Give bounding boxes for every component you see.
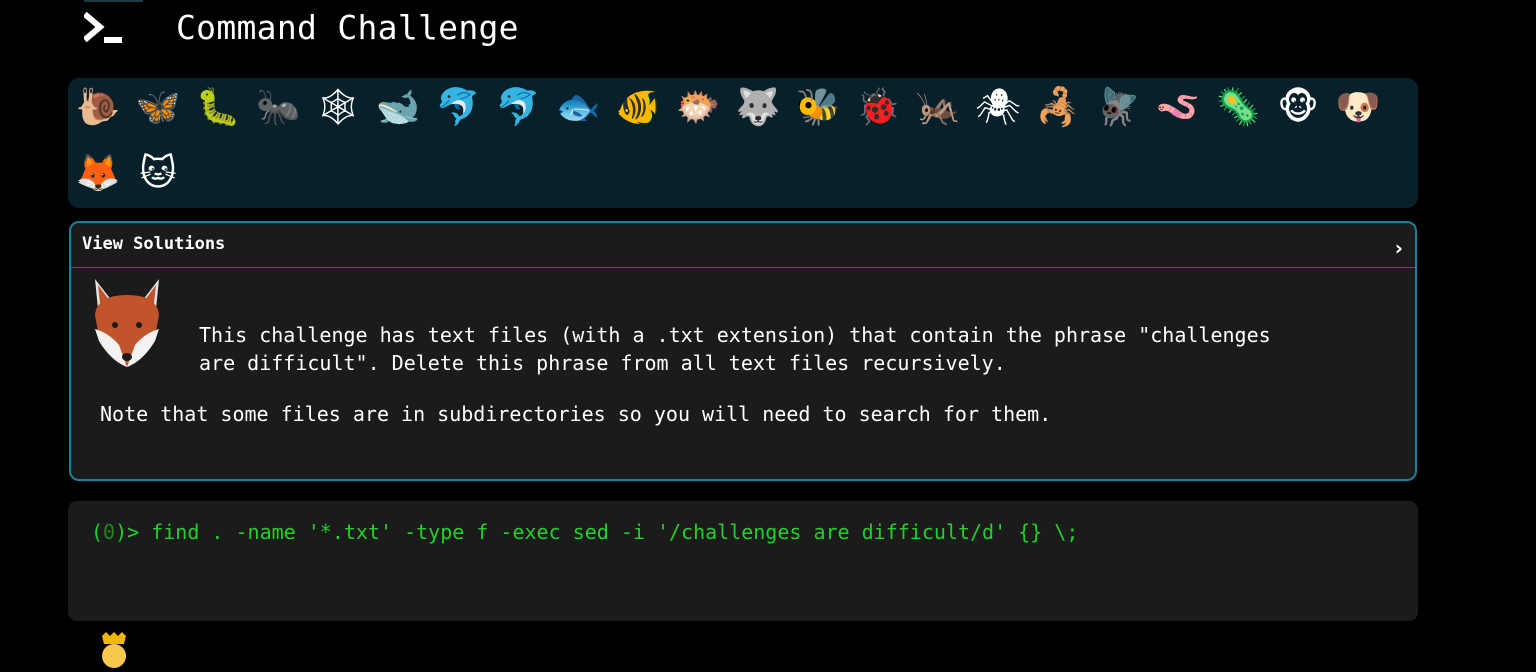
animal-fox-icon[interactable]: 🦊 — [76, 152, 121, 196]
prompt-line: (0)> find . -name '*.txt' -type f -exec … — [91, 518, 1078, 546]
animal-wolf-icon[interactable]: 🐺 — [736, 86, 781, 130]
animal-scorpion-icon[interactable]: 🦂 — [1036, 86, 1081, 130]
prompt-open: ( — [91, 520, 104, 544]
challenge-description: This challenge has text files (with a .t… — [199, 323, 1271, 375]
animal-bee-icon[interactable]: 🐝 — [796, 86, 841, 130]
challenge-animal-tray: 🐌 🦋 🐛 🐜 🕸 🐋 🐬 🐬 🐟 🐠 🐡 🐺 🐝 🐞 🦗 🕷 🦂 🪰 🪱 🦠 🐵 🐶 🦊 🐱 — [68, 78, 1418, 208]
animal-fly-icon[interactable]: 🪰 — [1096, 86, 1141, 130]
fox-avatar-icon — [95, 279, 159, 367]
next-message-row — [90, 632, 690, 672]
animal-ladybug-icon[interactable]: 🐞 — [856, 86, 901, 130]
view-solutions-label: View Solutions — [82, 234, 226, 254]
animal-microbe-icon[interactable]: 🦠 — [1216, 86, 1261, 130]
chevron-right-icon: › — [1394, 236, 1403, 260]
animal-whale-icon[interactable]: 🐋 — [376, 86, 421, 130]
nav-indicator — [84, 0, 143, 2]
animal-dog-icon[interactable]: 🐶 — [1336, 86, 1381, 130]
terminal[interactable]: (0)> find . -name '*.txt' -type f -exec … — [68, 501, 1418, 621]
animal-ant-icon[interactable]: 🐜 — [256, 86, 301, 130]
animal-spider-web-icon[interactable]: 🕸 — [315, 86, 361, 130]
header: Command Challenge — [0, 0, 1536, 66]
prompt-close: )> — [115, 520, 152, 544]
animal-worm-icon[interactable]: 🪱 — [1156, 86, 1201, 130]
challenge-panel: View Solutions › This challenge has text… — [69, 221, 1417, 481]
animal-dolphin-blue-icon[interactable]: 🐬 — [436, 86, 481, 130]
animal-tropical-fish-icon[interactable]: 🐠 — [616, 86, 661, 130]
app-title[interactable]: Command Challenge — [176, 8, 519, 48]
animal-cat-icon[interactable]: 🐱 — [136, 152, 180, 196]
view-solutions-toggle[interactable]: View Solutions › — [71, 223, 1415, 268]
challenge-note: Note that some files are in subdirectori… — [100, 402, 1052, 426]
animal-snail-icon[interactable]: 🐌 — [76, 86, 121, 130]
animal-caterpillar-icon[interactable]: 🐛 — [196, 86, 241, 130]
animal-dolphin-grey-icon[interactable]: 🐬 — [496, 86, 541, 130]
terminal-prompt-icon[interactable] — [84, 12, 124, 48]
animal-fish-icon[interactable]: 🐟 — [556, 86, 601, 130]
command-input[interactable]: find . -name '*.txt' -type f -exec sed -… — [151, 520, 1078, 544]
animal-chimp-icon[interactable]: 🐵 — [1276, 86, 1320, 130]
princess-avatar-icon — [102, 632, 126, 668]
animal-blowfish-icon[interactable]: 🐡 — [676, 86, 721, 130]
animal-cricket-icon[interactable]: 🦗 — [916, 86, 961, 130]
exit-status: 0 — [103, 520, 116, 544]
animal-butterfly-icon[interactable]: 🦋 — [136, 86, 181, 130]
animal-spider-icon[interactable]: 🕷 — [975, 86, 1021, 130]
